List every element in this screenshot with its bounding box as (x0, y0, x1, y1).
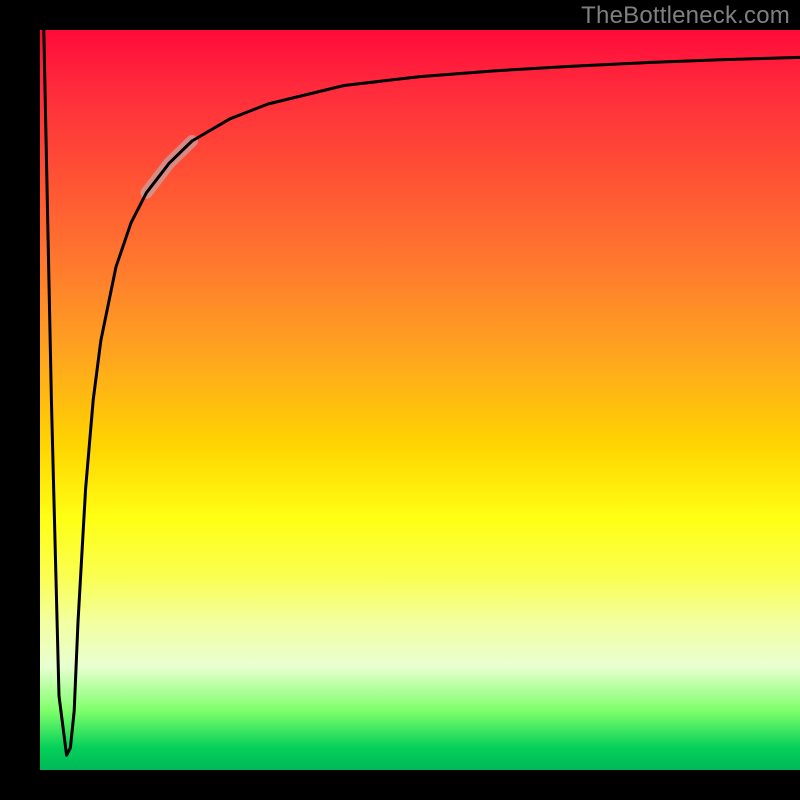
plot-area (40, 30, 800, 770)
watermark-text: TheBottleneck.com (581, 2, 790, 30)
bottleneck-curve (44, 30, 800, 755)
chart-frame: TheBottleneck.com (0, 0, 800, 800)
curve-svg (40, 30, 800, 770)
